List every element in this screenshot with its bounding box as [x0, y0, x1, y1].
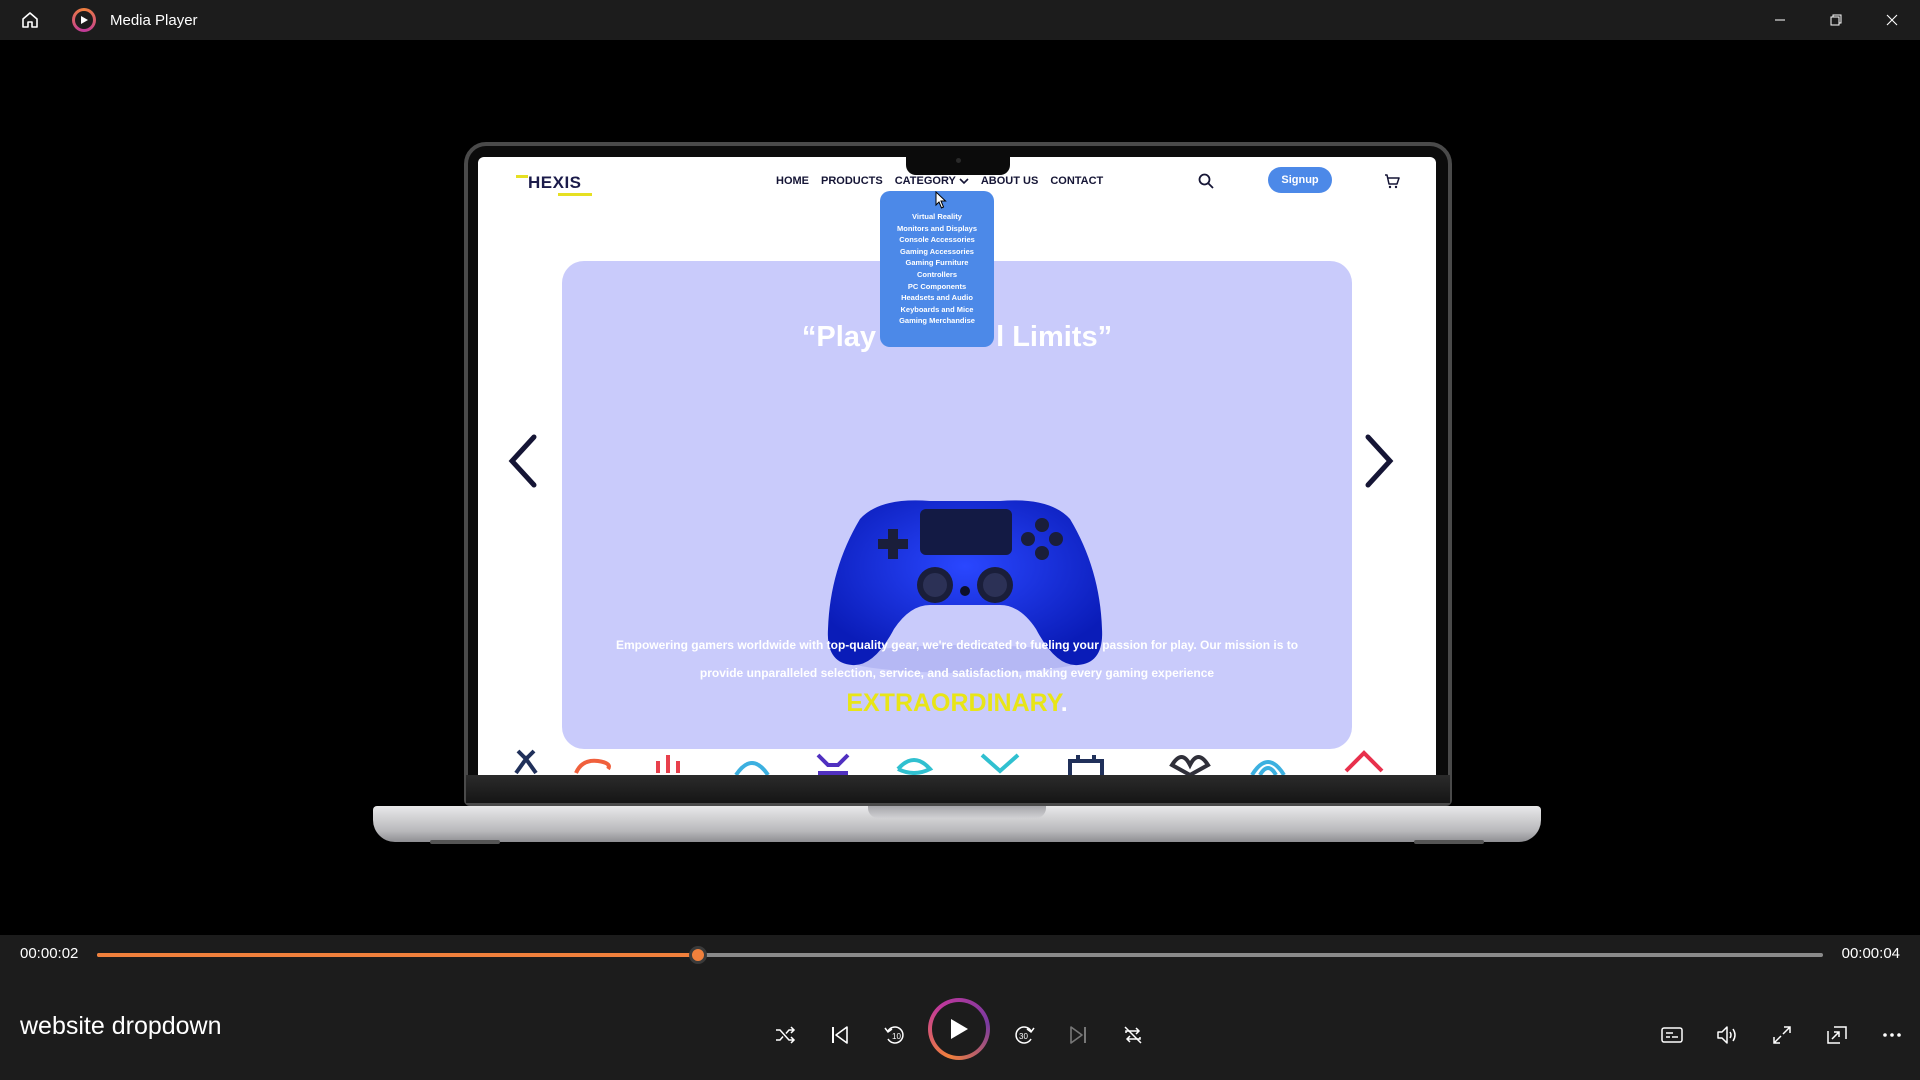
- category-icons-row: [514, 749, 1384, 775]
- hero-text-line-1: Empowering gamers worldwide with top-qua…: [615, 638, 1299, 652]
- close-icon: [1886, 14, 1898, 26]
- dropdown-item: Gaming Merchandise: [899, 316, 975, 326]
- camera-dot: [956, 158, 961, 163]
- previous-icon: [832, 1026, 848, 1044]
- more-options-icon: [1883, 1033, 1901, 1037]
- volume-button[interactable]: [1707, 1015, 1747, 1055]
- seek-bar[interactable]: [97, 946, 1823, 964]
- site-signup-button: Signup: [1268, 167, 1332, 193]
- next-button[interactable]: [1058, 1015, 1098, 1055]
- category-dropdown: Virtual Reality Monitors and Displays Co…: [880, 191, 994, 347]
- laptop-foot: [430, 840, 500, 844]
- nav-about: ABOUT US: [980, 175, 1039, 187]
- site-search-icon: [1198, 173, 1214, 194]
- mini-player-icon: [1827, 1026, 1847, 1044]
- title-bar: Media Player: [0, 0, 1920, 40]
- hero-emphasis-dot: .: [1060, 689, 1068, 717]
- restore-icon: [1830, 14, 1842, 26]
- dropdown-item: Keyboards and Mice: [900, 304, 974, 314]
- dropdown-item: Gaming Furniture: [905, 258, 969, 268]
- nav-category-label: CATEGORY: [894, 175, 956, 187]
- dropdown-item: Virtual Reality: [912, 212, 962, 221]
- carousel-next-icon: [1365, 434, 1394, 488]
- total-time: 00:00:04: [1841, 945, 1900, 962]
- restore-button[interactable]: [1808, 0, 1864, 40]
- nav-home: HOME: [776, 175, 809, 187]
- nav-contact: CONTACT: [1050, 175, 1104, 187]
- mouse-cursor-icon: [935, 191, 947, 209]
- skip-forward-30-icon: 30: [1015, 1026, 1035, 1044]
- hero-emphasis-word: EXTRAORDINARY: [846, 689, 1061, 717]
- skip-back-10-icon: 10: [884, 1026, 904, 1044]
- fullscreen-button[interactable]: [1762, 1015, 1802, 1055]
- app-title: Media Player: [110, 11, 198, 29]
- dropdown-item: Monitors and Displays: [896, 223, 977, 233]
- laptop-base-notch: [868, 806, 1046, 818]
- fullscreen-icon: [1773, 1026, 1791, 1044]
- site-logo: HEXIS: [516, 173, 592, 196]
- category-icon: [514, 749, 1384, 775]
- seek-thumb[interactable]: [688, 946, 707, 964]
- nav-category: CATEGORY: [895, 175, 969, 187]
- captions-button[interactable]: [1652, 1015, 1692, 1055]
- home-button[interactable]: [0, 0, 60, 40]
- shuffle-icon: [776, 1026, 796, 1044]
- shuffle-button[interactable]: [765, 1015, 805, 1055]
- dropdown-item: Gaming Accessories: [900, 246, 974, 256]
- dropdown-item: Console Accessories: [899, 235, 975, 245]
- mini-player-button[interactable]: [1817, 1015, 1857, 1055]
- hero-emphasis: EXTRAORDINARY.: [562, 689, 1352, 718]
- seek-bar-progress: [97, 953, 698, 957]
- hero-description: Empowering gamers worldwide with top-qua…: [578, 631, 1336, 687]
- repeat-button[interactable]: [1113, 1015, 1153, 1055]
- skip-back-10-button[interactable]: 10: [875, 1015, 915, 1055]
- play-button[interactable]: [928, 998, 990, 1060]
- carousel-prev-icon: [508, 434, 537, 488]
- play-icon: [951, 1019, 968, 1039]
- current-time: 00:00:02: [20, 945, 79, 962]
- laptop-screen: HEXIS HOME PRODUCTS CATEGORY ABOUT US CO…: [478, 157, 1436, 775]
- minimize-button[interactable]: [1752, 0, 1808, 40]
- player-controls: 00:00:02 00:00:04 website dropdown 10 30: [0, 935, 1920, 1080]
- close-button[interactable]: [1864, 0, 1920, 40]
- next-icon: [1070, 1026, 1086, 1044]
- cart-icon: [1384, 173, 1400, 194]
- dropdown-item: Headsets and Audio: [901, 293, 973, 303]
- skip-forward-30-button[interactable]: 30: [1004, 1015, 1044, 1055]
- dropdown-item: Controllers: [916, 269, 957, 279]
- chevron-down-icon: [959, 178, 969, 185]
- minimize-icon: [1775, 19, 1785, 21]
- more-options-button[interactable]: [1872, 1015, 1912, 1055]
- media-player-logo-icon: [72, 8, 96, 32]
- previous-button[interactable]: [820, 1015, 860, 1055]
- media-title: website dropdown: [20, 1012, 222, 1040]
- laptop-foot: [1414, 840, 1484, 844]
- captions-icon: [1661, 1027, 1683, 1043]
- svg-text:10: 10: [892, 1032, 901, 1041]
- hero-title-start: “Play: [801, 321, 877, 353]
- repeat-off-icon: [1124, 1026, 1142, 1044]
- svg-text:30: 30: [1019, 1032, 1028, 1041]
- home-icon: [22, 12, 38, 28]
- laptop-bezel: [466, 775, 1450, 803]
- hero-title-end: l Limits”: [996, 321, 1113, 353]
- dropdown-item: PC Components: [907, 281, 967, 291]
- hero-text-line-2: provide unparalleled selection, service,…: [699, 666, 1215, 680]
- site-nav: HOME PRODUCTS CATEGORY ABOUT US CONTACT: [776, 175, 1103, 187]
- nav-products: PRODUCTS: [821, 175, 883, 187]
- volume-icon: [1717, 1026, 1736, 1044]
